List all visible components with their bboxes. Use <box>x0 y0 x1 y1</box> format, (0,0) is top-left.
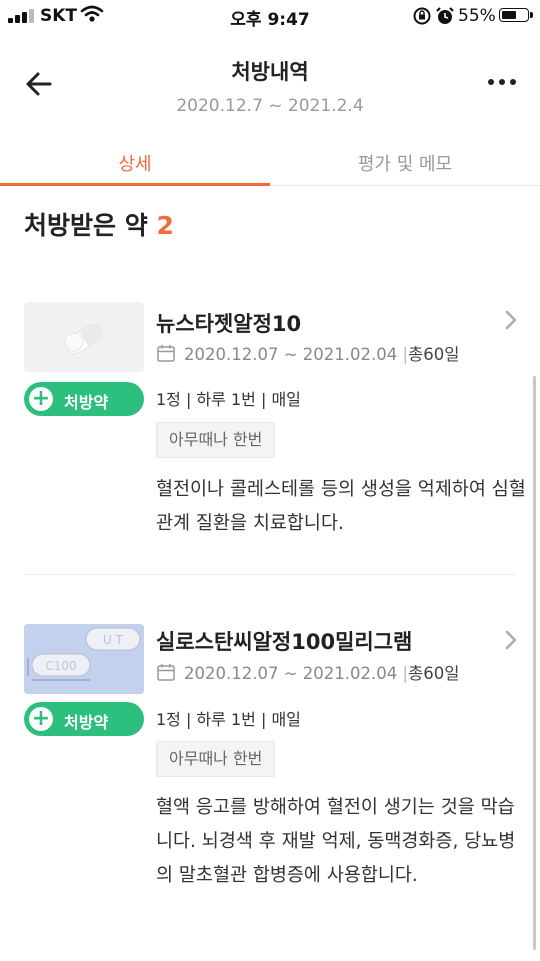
more-horizontal-icon <box>488 79 516 85</box>
page-subtitle-date-range: 2020.12.7 ~ 2021.2.4 <box>176 96 364 116</box>
more-button[interactable] <box>484 70 520 94</box>
chevron-right-icon[interactable] <box>502 628 520 652</box>
section-title-label: 처방받은 약 <box>24 211 148 240</box>
drug-name[interactable]: 실로스탄씨알정100밀리그램 <box>156 626 412 656</box>
prescription-badge-label: 처방약 <box>64 393 109 412</box>
drug-image[interactable] <box>24 302 144 372</box>
calendar-icon <box>157 345 175 362</box>
calendar-icon <box>157 664 175 681</box>
page-title: 처방내역 <box>231 60 309 84</box>
status-bar: SKT 오후 9:47 55% <box>0 0 540 32</box>
battery-icon <box>499 8 529 22</box>
scrollbar[interactable] <box>533 376 536 950</box>
timing-tag: 아무때나 한번 <box>156 422 276 458</box>
prescription-badge: + 처방약 <box>24 382 144 416</box>
drug-image[interactable]: U T C100 <box>24 624 144 694</box>
section-count: 2 <box>156 211 174 240</box>
period-days: 총60일 <box>408 345 460 364</box>
prescription-badge: + 처방약 <box>24 702 144 736</box>
drug-description: 혈전이나 콜레스테롤 등의 생성을 억제하여 심혈관계 질환을 치료합니다. <box>156 479 526 534</box>
timing-tag: 아무때나 한번 <box>156 741 276 777</box>
tab-detail[interactable]: 상세 <box>0 150 270 184</box>
dosage-info: 1정 | 하루 1번 | 매일 <box>156 390 301 409</box>
plus-icon: + <box>29 707 53 731</box>
orientation-lock-icon <box>412 6 432 30</box>
battery-percent: 55% <box>458 6 496 26</box>
card-divider <box>24 574 516 575</box>
drug-description: 혈액 응고를 방해하여 혈전이 생기는 것을 막습니다. 뇌경색 후 재발 억제… <box>156 797 516 886</box>
pill-mark-top: U T <box>103 633 124 647</box>
active-tab-indicator <box>0 183 270 186</box>
plus-icon: + <box>29 387 53 411</box>
dosage-info: 1정 | 하루 1번 | 매일 <box>156 710 301 729</box>
prescription-badge-label: 처방약 <box>64 713 109 732</box>
pill-photo: U T C100 <box>24 624 144 694</box>
tab-evaluation-memo[interactable]: 평가 및 메모 <box>270 150 540 184</box>
period-dates: 2020.12.07 ~ 2021.02.04 <box>184 664 398 683</box>
period-dates: 2020.12.07 ~ 2021.02.04 <box>184 345 398 364</box>
drug-name[interactable]: 뉴스타젯알정10 <box>156 308 301 338</box>
pill-mark-side: C100 <box>45 659 76 673</box>
period-days: 총60일 <box>408 664 460 683</box>
alarm-icon <box>435 6 455 30</box>
chevron-right-icon[interactable] <box>502 308 520 332</box>
battery-nub <box>530 12 533 18</box>
pill-icon <box>64 324 104 354</box>
section-title: 처방받은 약 2 <box>24 206 174 242</box>
